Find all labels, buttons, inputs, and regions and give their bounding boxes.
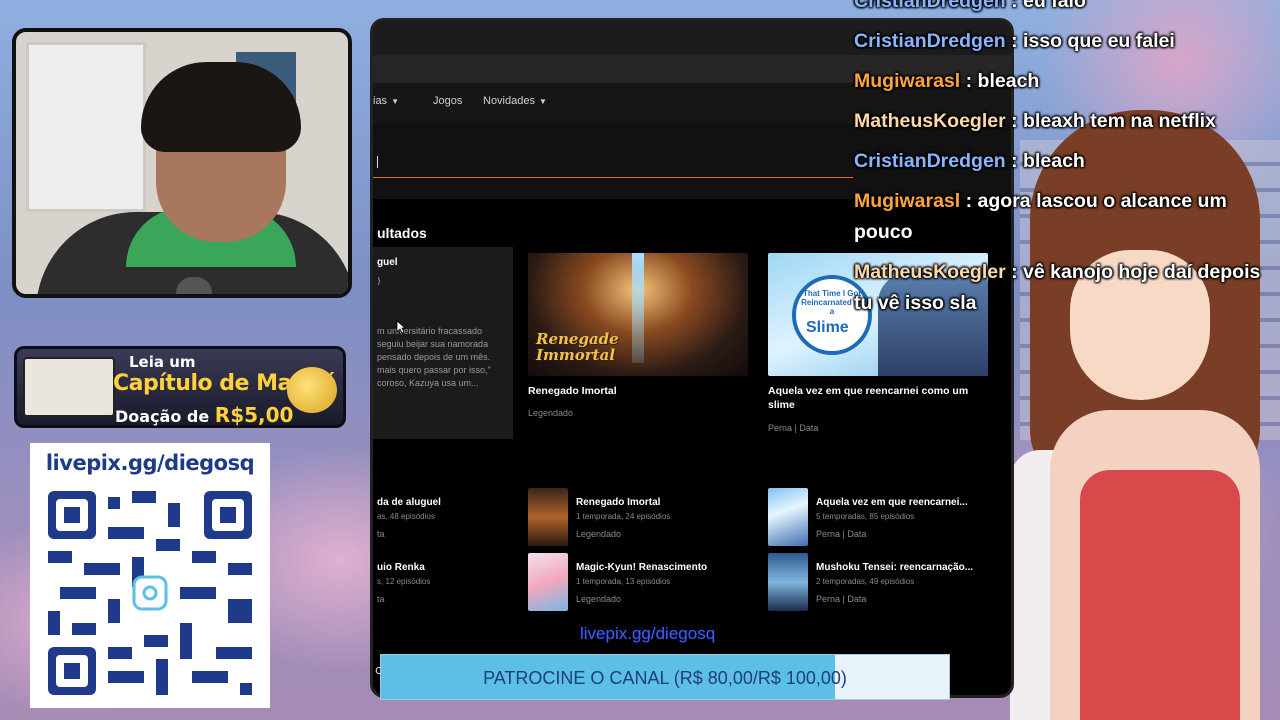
livepix-url: livepix.gg/diegosq — [580, 624, 716, 643]
chat-text: isso que eu falei — [1023, 30, 1175, 52]
chat-message: CristianDredgen : bleach — [850, 146, 1270, 177]
list-item-meta: s, 12 episódios — [377, 577, 431, 586]
chat-message: Mugiwarasl : agora lascou o alcance um p… — [850, 186, 1270, 248]
menu-item-games[interactable]: Jogos — [433, 95, 462, 107]
chat-text: bleach — [977, 70, 1040, 92]
list-item-title[interactable]: uio Renka — [377, 562, 425, 573]
list-item-meta: 1 temporada, 24 episódios — [576, 512, 671, 521]
featured-description: m universitário fracassado seguiu beijar… — [377, 326, 491, 388]
goal-label: PATROCINE O CANAL (R$ 80,00/R$ 100,00) — [483, 668, 847, 688]
chat-separator: : — [1005, 0, 1024, 12]
chevron-down-icon: ▼ — [391, 97, 399, 106]
coins-icon — [287, 367, 337, 413]
chat-separator: : — [1005, 110, 1024, 132]
chat-username: Mugiwarasl — [854, 190, 961, 212]
banner-line3: Doação de R$5,00 — [115, 403, 293, 427]
banner-line1: Leia um — [129, 353, 196, 371]
chat-overlay: CristianDredgen : eu falo CristianDredgen… — [850, 0, 1270, 328]
renegade-logo: Renegade Immortal — [536, 330, 619, 364]
chat-separator: : — [1005, 150, 1024, 172]
chat-username: Mugiwarasl — [854, 70, 961, 92]
chat-username: MatheusKoegler — [854, 110, 1006, 132]
chat-separator: : — [1005, 261, 1024, 283]
chat-message: MatheusKoegler : vê kanojo hoje daí depo… — [850, 257, 1270, 319]
list-item-title[interactable]: Aquela vez em que reencarnei... — [816, 497, 968, 508]
list-item-thumbnail[interactable] — [528, 488, 568, 546]
microphone — [176, 277, 212, 294]
chevron-down-icon: ▼ — [538, 97, 547, 106]
chat-username: CristianDredgen — [854, 150, 1006, 172]
list-item-meta: 2 temporadas, 49 episódios — [816, 577, 915, 586]
chat-message: Mugiwarasl : bleach — [850, 66, 1270, 97]
list-item-thumbnail[interactable] — [768, 553, 808, 611]
list-item-thumbnail[interactable] — [528, 553, 568, 611]
list-item-source: ta — [377, 529, 385, 539]
card-subtitle: Legendado — [528, 408, 574, 418]
list-item-title[interactable]: Mushoku Tensei: reencarnação... — [816, 562, 973, 573]
card-thumbnail-renegado[interactable]: Renegade Immortal — [528, 253, 748, 376]
list-item-meta: 1 temporada, 13 episódios — [576, 577, 671, 586]
chat-text: bleaxh tem na netflix — [1023, 110, 1216, 132]
banner-line3-prefix: Doação de — [115, 407, 210, 426]
list-item-title[interactable]: Renegado Imortal — [576, 497, 660, 508]
qr-url: livepix.gg/diegosq — [45, 451, 255, 475]
menu-item-news[interactable]: Novidades ▼ — [483, 95, 547, 107]
list-item-source: ta — [377, 594, 385, 604]
list-item-source: Legendado — [576, 594, 622, 604]
menu-item-categories[interactable]: ias ▼ — [373, 95, 399, 107]
list-item-title[interactable]: Magic-Kyun! Renascimento — [576, 562, 707, 573]
list-item-meta: as, 48 episódios — [377, 512, 435, 521]
chat-username: CristianDredgen — [854, 30, 1006, 52]
manga-book-icon — [23, 357, 115, 417]
webcam-feed — [12, 28, 352, 298]
chat-text: eu falo — [1023, 0, 1086, 12]
qr-donation-card: livepix.gg/diegosq — [30, 443, 270, 708]
card-title[interactable]: Aquela vez em que reencarnei como um sli… — [768, 384, 983, 412]
manga-donation-banner: Leia um Capítulo de Mangá Doação de R$5,… — [14, 346, 346, 428]
qr-code-icon — [48, 491, 252, 695]
donation-goal-bar: ca PATROCINE O CANAL (R$ 80,00/R$ 100,00… — [375, 654, 950, 700]
list-item-meta: 5 temporadas, 85 episódios — [816, 512, 915, 521]
list-item-source: Perna | Data — [816, 529, 867, 539]
results-heading: ultados — [377, 225, 427, 241]
chat-message: CristianDredgen : isso que eu falei — [850, 26, 1270, 57]
list-item-thumbnail[interactable] — [768, 488, 808, 546]
featured-title: guel — [377, 257, 398, 268]
mouse-cursor-icon — [396, 320, 406, 334]
card-subtitle: Perna | Data — [768, 423, 819, 433]
banner-amount: R$5,00 — [214, 403, 294, 427]
list-item-source: Legendado — [576, 529, 622, 539]
chat-separator: : — [960, 190, 978, 212]
chat-message: MatheusKoegler : bleaxh tem na netflix — [850, 106, 1270, 137]
list-item-title[interactable]: da de aluguel — [377, 497, 441, 508]
chat-text: bleach — [1023, 150, 1085, 172]
chat-username: MatheusKoegler — [854, 261, 1006, 283]
text-cursor — [377, 156, 378, 168]
search-underline — [373, 177, 853, 178]
chat-separator: : — [1005, 30, 1024, 52]
slime-logo-big: Slime — [806, 319, 849, 336]
chat-message: CristianDredgen : eu falo — [850, 0, 1270, 17]
chat-separator: : — [960, 70, 978, 92]
list-item-source: Perna | Data — [816, 594, 867, 604]
featured-card-hover[interactable]: guel ) m universitário fracassado seguiu… — [373, 247, 513, 439]
card-title[interactable]: Renegado Imortal — [528, 384, 748, 398]
chat-username: CristianDredgen — [854, 0, 1006, 12]
featured-num: ) — [377, 277, 381, 287]
